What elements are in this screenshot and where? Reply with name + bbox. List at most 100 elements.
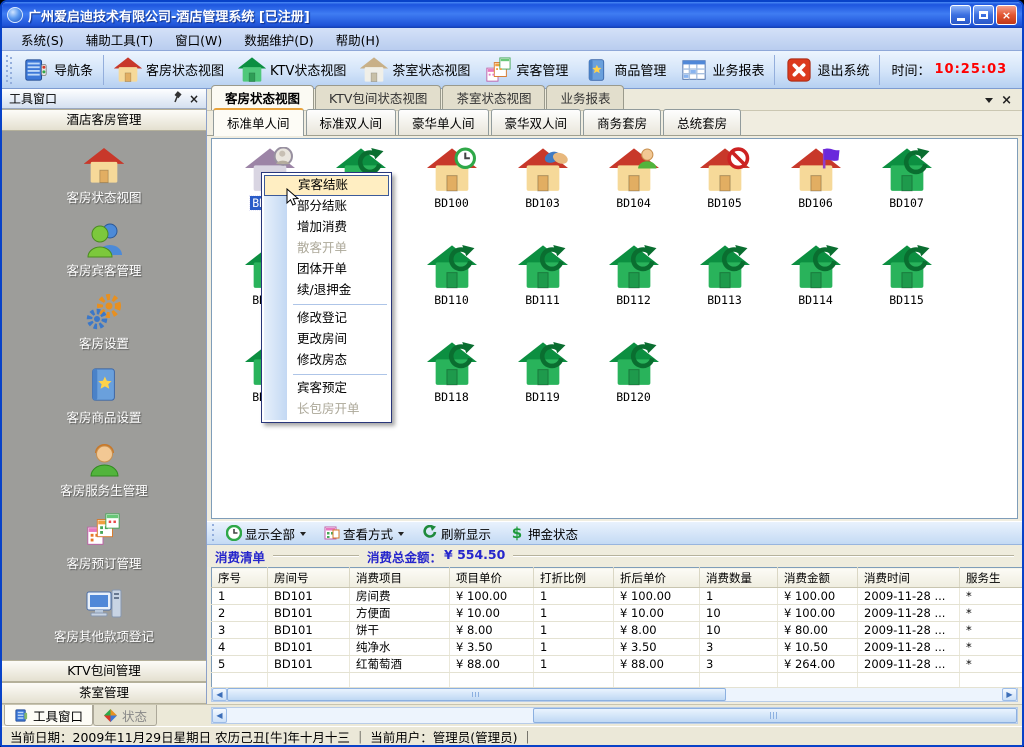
sidebar-item-1[interactable]: 客房宾客管理 <box>66 219 141 279</box>
room-BD107[interactable]: BD107 <box>861 147 952 244</box>
menu-item-2[interactable]: 窗口(W) <box>164 28 233 50</box>
panel-scroll-thumb[interactable] <box>533 708 1017 723</box>
context-menu-item-1[interactable]: 部分结账 <box>264 196 389 217</box>
dropdown-arrow-icon[interactable] <box>398 532 404 539</box>
column-header-5[interactable]: 折后单价 <box>614 568 700 588</box>
sidebar-item-6[interactable]: 客房其他款项登记 <box>54 585 154 645</box>
room-type-tab-5[interactable]: 总统套房 <box>663 109 741 135</box>
sidebar-item-5[interactable]: 客房预订管理 <box>66 512 141 572</box>
context-menu-item-8[interactable]: 修改房态 <box>264 350 389 371</box>
room-BD115[interactable]: BD115 <box>861 244 952 341</box>
doc-tab-1[interactable]: KTV包间状态视图 <box>315 85 441 110</box>
toolbar-button-report-grid[interactable]: 业务报表 <box>673 54 771 86</box>
toolbar-button-tea-house[interactable]: 茶室状态视图 <box>353 54 477 86</box>
room-BD112[interactable]: BD112 <box>588 244 679 341</box>
panel-horizontal-scrollbar[interactable]: ◀ <box>211 707 1018 724</box>
tab-status[interactable]: 状态 <box>93 705 157 726</box>
room-BD111[interactable]: BD111 <box>497 244 588 341</box>
close-button[interactable]: × <box>996 5 1017 25</box>
panel-scroll-left-icon[interactable]: ◀ <box>212 708 227 723</box>
table-row-2[interactable]: 3BD101饼干¥ 8.001¥ 8.0010¥ 80.002009-11-28… <box>212 622 1024 639</box>
toolbar-button-navigator[interactable]: 导航条 <box>15 54 100 86</box>
menu-item-3[interactable]: 数据维护(D) <box>233 28 324 50</box>
toolbar-button-goods-book[interactable]: 商品管理 <box>575 54 673 86</box>
column-header-8[interactable]: 消费时间 <box>858 568 960 588</box>
section-tearoom-mgmt[interactable]: 茶室管理 <box>2 682 206 704</box>
table-scroll-thumb[interactable] <box>227 688 726 701</box>
context-menu-item-6[interactable]: 修改登记 <box>264 308 389 329</box>
room-BD103[interactable]: BD103 <box>497 147 588 244</box>
room-BD104[interactable]: BD104 <box>588 147 679 244</box>
context-menu-separator <box>293 304 387 305</box>
room-BD100[interactable]: BD100 <box>406 147 497 244</box>
column-header-1[interactable]: 房间号 <box>268 568 350 588</box>
doc-tab-3[interactable]: 业务报表 <box>546 85 624 110</box>
room-BD119[interactable]: BD119 <box>497 341 588 438</box>
room-type-tab-2[interactable]: 豪华单人间 <box>398 109 489 135</box>
panel-toolbar-button-2[interactable]: 刷新显示 <box>416 523 497 544</box>
room-BD113[interactable]: BD113 <box>679 244 770 341</box>
context-menu-item-5[interactable]: 续/退押金 <box>264 280 389 301</box>
room-type-tab-0[interactable]: 标准单人间 <box>213 108 304 136</box>
doc-tab-0[interactable]: 客房状态视图 <box>211 85 314 110</box>
sidebar-item-2[interactable]: 客房设置 <box>79 292 129 352</box>
doc-tab-2[interactable]: 茶室状态视图 <box>442 85 545 110</box>
toolbar-button-ktv-house[interactable]: KTV状态视图 <box>231 54 353 86</box>
column-header-4[interactable]: 打折比例 <box>534 568 614 588</box>
room-BD114[interactable]: BD114 <box>770 244 861 341</box>
maximize-button[interactable] <box>973 5 994 25</box>
room-BD118[interactable]: BD118 <box>406 341 497 438</box>
room-BD106[interactable]: BD106 <box>770 147 861 244</box>
toolbar-grip[interactable] <box>6 55 13 85</box>
context-menu-item-9[interactable]: 宾客预定 <box>264 378 389 399</box>
room-type-tab-1[interactable]: 标准双人间 <box>306 109 397 135</box>
room-type-tab-3[interactable]: 豪华双人间 <box>491 109 582 135</box>
menu-item-1[interactable]: 辅助工具(T) <box>75 28 164 50</box>
section-ktv-mgmt[interactable]: KTV包间管理 <box>2 660 206 682</box>
tab-list-dropdown-icon[interactable] <box>985 98 993 107</box>
table-row-4[interactable]: 5BD101红葡萄酒¥ 88.001¥ 88.003¥ 264.002009-1… <box>212 656 1024 673</box>
column-header-6[interactable]: 消费数量 <box>700 568 778 588</box>
room-BD120[interactable]: BD120 <box>588 341 679 438</box>
toolbar-button-guest-cards[interactable]: 宾客管理 <box>477 54 575 86</box>
table-row-3[interactable]: 4BD101纯净水¥ 3.501¥ 3.503¥ 10.502009-11-28… <box>212 639 1024 656</box>
table-horizontal-scrollbar[interactable]: ◀ ▶ <box>211 688 1018 702</box>
menu-item-4[interactable]: 帮助(H) <box>325 28 391 50</box>
column-header-3[interactable]: 项目单价 <box>450 568 534 588</box>
toolbar-button-room-house[interactable]: 客房状态视图 <box>107 54 231 86</box>
minimize-button[interactable] <box>950 5 971 25</box>
toolbar-button-exit[interactable]: 退出系统 <box>778 54 876 86</box>
context-menu-item-0[interactable]: 宾客结账 <box>264 175 389 196</box>
panel-toolbar-button-0[interactable]: 显示全部 <box>220 523 312 544</box>
scroll-left-icon[interactable]: ◀ <box>212 688 227 701</box>
tab-tool-window[interactable]: 工具窗口 <box>4 705 93 726</box>
panel-toolbar-button-3[interactable]: $押金状态 <box>503 523 584 544</box>
sidebar-item-0[interactable]: 客房状态视图 <box>66 146 141 206</box>
panel-toolbar-button-1[interactable]: 查看方式 <box>318 523 410 544</box>
context-menu-item-2[interactable]: 增加消费 <box>264 217 389 238</box>
sidebar-item-3[interactable]: 客房商品设置 <box>66 366 141 426</box>
pin-icon[interactable] <box>170 91 186 106</box>
sidebar-close-icon[interactable]: × <box>186 92 202 106</box>
room-BD105[interactable]: BD105 <box>679 147 770 244</box>
table-row-1[interactable]: 2BD101方便面¥ 10.001¥ 10.0010¥ 100.002009-1… <box>212 605 1024 622</box>
tab-close-icon[interactable]: × <box>1001 95 1012 107</box>
column-header-0[interactable]: 序号 <box>212 568 268 588</box>
menu-item-0[interactable]: 系统(S) <box>10 28 75 50</box>
room-panel-toolbar: 显示全部查看方式刷新显示 $押金状态 <box>207 521 1022 545</box>
sidebar-item-4[interactable]: 客房服务生管理 <box>60 439 148 499</box>
context-menu-item-7[interactable]: 更改房间 <box>264 329 389 350</box>
room-BD110[interactable]: BD110 <box>406 244 497 341</box>
table-cell: ¥ 8.00 <box>450 622 534 639</box>
section-hotel-room-mgmt[interactable]: 酒店客房管理 <box>2 109 206 131</box>
room-type-tab-4[interactable]: 商务套房 <box>583 109 661 135</box>
room-house-icon-clock <box>426 147 478 194</box>
context-menu-item-4[interactable]: 团体开单 <box>264 259 389 280</box>
column-header-7[interactable]: 消费金额 <box>778 568 858 588</box>
column-header-9[interactable]: 服务生 <box>960 568 1024 588</box>
scroll-right-icon[interactable]: ▶ <box>1002 688 1017 701</box>
dropdown-arrow-icon[interactable] <box>300 532 306 539</box>
mini-toolbar-grip[interactable] <box>211 524 216 542</box>
column-header-2[interactable]: 消费项目 <box>350 568 450 588</box>
table-row-0[interactable]: 1BD101房间费¥ 100.001¥ 100.001¥ 100.002009-… <box>212 588 1024 605</box>
